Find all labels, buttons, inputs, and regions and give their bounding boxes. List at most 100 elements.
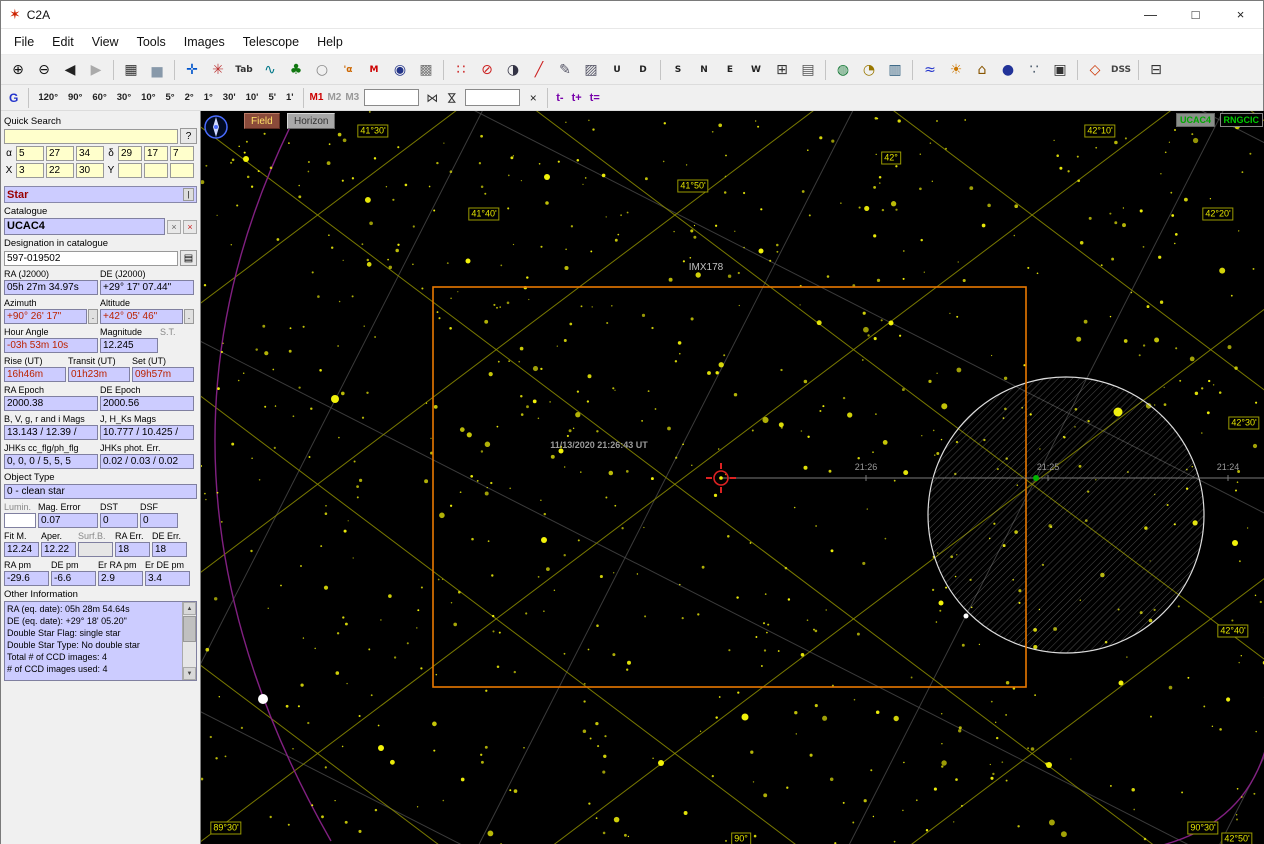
clock-time-button[interactable]: ◔ xyxy=(857,58,881,81)
milkyway-toggle-button[interactable]: ▩ xyxy=(414,58,438,81)
planets-globe-toggle-button[interactable]: ◉ xyxy=(388,58,412,81)
planet-track-button[interactable]: ╱ xyxy=(527,58,551,81)
fov-30deg-button[interactable]: 30° xyxy=(113,90,135,105)
azimuth-options-button[interactable]: . xyxy=(88,309,98,324)
satellites-toggle-button[interactable]: ∵ xyxy=(1022,58,1046,81)
find-object-button[interactable]: ✳ xyxy=(206,58,230,81)
info-scrollbar[interactable]: ▲ ▼ xyxy=(182,602,196,680)
flip-horizontal-button[interactable]: ⋈ xyxy=(422,88,442,108)
x-1-input[interactable] xyxy=(16,163,44,178)
menu-help[interactable]: Help xyxy=(308,29,352,54)
y-2-input[interactable] xyxy=(144,163,168,178)
deepsky-ellipse-toggle-button[interactable]: ○ xyxy=(310,58,334,81)
ground-toggle-button[interactable]: ♣ xyxy=(284,58,308,81)
fov-90deg-button[interactable]: 90° xyxy=(64,90,86,105)
panel-splitter-button[interactable]: | xyxy=(183,188,194,201)
charts-toggle-button[interactable]: ∿ xyxy=(258,58,282,81)
search-value-input[interactable] xyxy=(465,89,520,106)
messier-toggle-button[interactable]: M xyxy=(362,58,386,81)
scroll-up-icon[interactable]: ▲ xyxy=(183,602,196,615)
y-3-input[interactable] xyxy=(170,163,194,178)
fov-1deg-button[interactable]: 1° xyxy=(200,90,217,105)
ra-hours-input[interactable] xyxy=(16,146,44,161)
previous-view-button[interactable]: ◀ xyxy=(58,58,82,81)
galaxies-toggle-button[interactable]: ⊘ xyxy=(475,58,499,81)
mark-m3-button[interactable]: M3 xyxy=(345,92,359,103)
full-sky-view-button[interactable]: ⊞ xyxy=(770,58,794,81)
menu-telescope[interactable]: Telescope xyxy=(234,29,308,54)
scrollbar-thumb[interactable] xyxy=(183,616,196,642)
direction-west-button[interactable]: W xyxy=(744,58,768,81)
earth-map-button[interactable]: ◍ xyxy=(831,58,855,81)
grid-toggle-button[interactable]: ▦ xyxy=(119,58,143,81)
mark-value-input[interactable] xyxy=(364,89,419,106)
help-button[interactable]: ? xyxy=(180,128,197,144)
draw-tool-button[interactable]: ✎ xyxy=(553,58,577,81)
clear-button[interactable]: × xyxy=(523,88,543,108)
ra-seconds-input[interactable] xyxy=(76,146,104,161)
menu-file[interactable]: File xyxy=(5,29,43,54)
designation-input[interactable] xyxy=(4,251,178,266)
camera-ccd-button[interactable]: ▣ xyxy=(1048,58,1072,81)
menu-view[interactable]: View xyxy=(83,29,128,54)
x-3-input[interactable] xyxy=(76,163,104,178)
time-plus-button[interactable]: t+ xyxy=(572,92,582,104)
fov-60deg-button[interactable]: 60° xyxy=(88,90,110,105)
measure-tool-button[interactable]: ▨ xyxy=(579,58,603,81)
y-1-input[interactable] xyxy=(118,163,142,178)
maximize-button[interactable]: □ xyxy=(1173,1,1218,29)
sun-toggle-button[interactable]: ☀ xyxy=(944,58,968,81)
time-now-button[interactable]: t= xyxy=(590,92,600,104)
fov-120deg-button[interactable]: 120° xyxy=(34,90,62,105)
dss-images-button[interactable]: DSS xyxy=(1109,58,1133,81)
moon-phase-toggle-button[interactable]: ◑ xyxy=(501,58,525,81)
image-manager-button[interactable]: ⊟ xyxy=(1144,58,1168,81)
zoom-in-button[interactable]: ⊕ xyxy=(6,58,30,81)
labels-toggle-button[interactable]: Tab xyxy=(232,58,256,81)
center-coordinates-button[interactable]: ✛ xyxy=(180,58,204,81)
dec-degrees-input[interactable] xyxy=(118,146,142,161)
night-mode-button[interactable]: ● xyxy=(996,58,1020,81)
dec-minutes-input[interactable] xyxy=(144,146,168,161)
x-2-input[interactable] xyxy=(46,163,74,178)
ccd-tilted-frame-button[interactable]: ◇ xyxy=(1083,58,1107,81)
catalogue-name[interactable]: UCAC4 xyxy=(4,218,165,235)
catalogue-switch-button[interactable]: × xyxy=(167,220,181,234)
horizon-tab-button[interactable]: Horizon xyxy=(287,113,335,129)
fov-10min-button[interactable]: 10' xyxy=(242,90,263,105)
mark-m1-button[interactable]: M1 xyxy=(310,92,324,103)
ra-minutes-input[interactable] xyxy=(46,146,74,161)
altitude-options-button[interactable]: . xyxy=(184,309,194,324)
fov-10deg-button[interactable]: 10° xyxy=(137,90,159,105)
close-button[interactable]: × xyxy=(1218,1,1263,29)
mark-m2-button[interactable]: M2 xyxy=(327,92,341,103)
wave-graph-button[interactable]: ≈ xyxy=(918,58,942,81)
direction-east-button[interactable]: E xyxy=(718,58,742,81)
print-button[interactable]: ▤ xyxy=(180,250,197,266)
direction-south-button[interactable]: S xyxy=(666,58,690,81)
field-tab-button[interactable]: Field xyxy=(244,113,280,129)
observatory-home-button[interactable]: ⌂ xyxy=(970,58,994,81)
fov-5min-button[interactable]: 5' xyxy=(264,90,280,105)
sky-chart[interactable]: 41°30'42°10'42°41°50'41°40'42°20'42°30'4… xyxy=(201,111,1264,844)
object-u-toggle-button[interactable]: U xyxy=(605,58,629,81)
fov-1min-button[interactable]: 1' xyxy=(282,90,298,105)
catalogue-close-button[interactable]: × xyxy=(183,220,197,234)
scroll-down-icon[interactable]: ▼ xyxy=(183,667,196,680)
time-minus-button[interactable]: t- xyxy=(556,92,563,104)
object-d-toggle-button[interactable]: D xyxy=(631,58,655,81)
horizon-strip-view-button[interactable]: ▤ xyxy=(796,58,820,81)
menu-edit[interactable]: Edit xyxy=(43,29,83,54)
minimize-button[interactable]: — xyxy=(1128,1,1173,29)
fov-5deg-button[interactable]: 5° xyxy=(162,90,179,105)
fov-2deg-button[interactable]: 2° xyxy=(181,90,198,105)
quick-search-input[interactable] xyxy=(4,129,178,144)
direction-north-button[interactable]: N xyxy=(692,58,716,81)
landscape-toggle-button[interactable]: ▅ xyxy=(145,58,169,81)
zoom-out-button[interactable]: ⊖ xyxy=(32,58,56,81)
dec-seconds-input[interactable] xyxy=(170,146,194,161)
star-clusters-toggle-button[interactable]: ∷ xyxy=(449,58,473,81)
flip-vertical-button[interactable]: ⋈ xyxy=(442,88,462,108)
guide-g-button[interactable]: G xyxy=(9,91,18,105)
menu-tools[interactable]: Tools xyxy=(128,29,175,54)
